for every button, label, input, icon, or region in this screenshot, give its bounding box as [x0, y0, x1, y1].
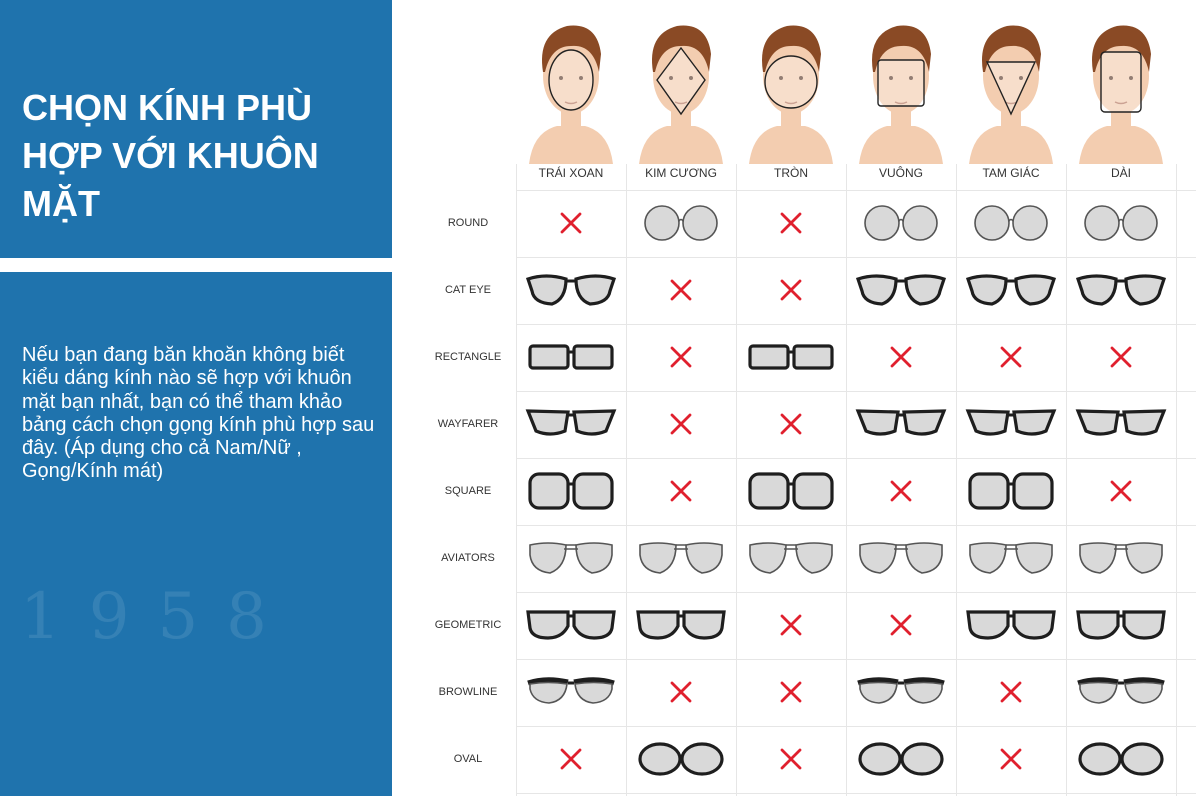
face-square-outline — [853, 14, 949, 164]
left-panel: CHỌN KÍNH PHÙ HỢP VỚI KHUÔN MẶT Nếu bạn … — [0, 0, 392, 796]
column-header: TRÁI XOAN — [538, 166, 604, 180]
cross-icon — [626, 659, 736, 726]
face-triangle-outline — [963, 14, 1059, 164]
glasses-cateye-icon — [846, 257, 956, 324]
glasses-aviator-icon — [736, 525, 846, 592]
grid-line — [516, 793, 1196, 794]
glasses-browline-icon — [516, 659, 626, 726]
glasses-geometric-icon — [1066, 592, 1176, 659]
glasses-rectangle-icon — [516, 324, 626, 391]
cross-icon — [736, 592, 846, 659]
row-label: BROWLINE — [438, 686, 498, 698]
face-oblong-outline — [1073, 14, 1169, 164]
cross-icon — [736, 391, 846, 458]
divider — [0, 258, 392, 272]
glasses-round-icon — [956, 190, 1066, 257]
cross-icon — [846, 324, 956, 391]
glasses-wayfarer-icon — [516, 391, 626, 458]
glasses-oval-icon — [626, 726, 736, 793]
cross-icon — [1066, 324, 1176, 391]
row-label: RECTANGLE — [434, 351, 502, 363]
cross-icon — [736, 726, 846, 793]
glasses-round-icon — [1066, 190, 1176, 257]
row-label: CAT EYE — [444, 284, 492, 296]
cross-icon — [626, 324, 736, 391]
face-illustrations — [516, 14, 1174, 164]
glasses-square-icon — [516, 458, 626, 525]
glasses-browline-icon — [1066, 659, 1176, 726]
cross-icon — [626, 458, 736, 525]
row-label: OVAL — [453, 753, 483, 765]
cross-icon — [736, 659, 846, 726]
column-header: KIM CƯƠNG — [645, 166, 717, 180]
cross-icon — [956, 324, 1066, 391]
glasses-round-icon — [626, 190, 736, 257]
cross-icon — [516, 726, 626, 793]
row-label: SQUARE — [444, 485, 492, 497]
row-label: AVIATORS — [441, 552, 495, 564]
glasses-rectangle-icon — [736, 324, 846, 391]
glasses-face-table: TRÁI XOAN KIM CƯƠNG TRÒN VUÔNG TAM GIÁC DÀI RO… — [420, 0, 1200, 796]
glasses-cateye-icon — [956, 257, 1066, 324]
cross-icon — [956, 726, 1066, 793]
cross-icon — [956, 659, 1066, 726]
row-label: GEOMETRIC — [434, 619, 502, 631]
glasses-geometric-icon — [626, 592, 736, 659]
cross-icon — [1066, 458, 1176, 525]
cross-icon — [626, 257, 736, 324]
page-title: CHỌN KÍNH PHÙ HỢP VỚI KHUÔN MẶT — [22, 87, 319, 224]
glasses-square-icon — [956, 458, 1066, 525]
column-header: DÀI — [1110, 166, 1131, 180]
cross-icon — [516, 190, 626, 257]
cross-icon — [846, 458, 956, 525]
glasses-aviator-icon — [516, 525, 626, 592]
description-text: Nếu bạn đang băn khoăn không biết kiểu d… — [22, 344, 375, 483]
cross-icon — [626, 391, 736, 458]
glasses-round-icon — [846, 190, 956, 257]
watermark-text: 1958 — [20, 580, 295, 654]
glasses-oval-icon — [846, 726, 956, 793]
face-diamond-outline — [633, 14, 729, 164]
glasses-aviator-icon — [846, 525, 956, 592]
glasses-aviator-icon — [956, 525, 1066, 592]
column-header: TRÒN — [774, 166, 808, 180]
glasses-aviator-icon — [1066, 525, 1176, 592]
glasses-aviator-icon — [626, 525, 736, 592]
glasses-wayfarer-icon — [956, 391, 1066, 458]
glasses-wayfarer-icon — [846, 391, 956, 458]
glasses-geometric-icon — [516, 592, 626, 659]
glasses-square-icon — [736, 458, 846, 525]
glasses-oval-icon — [1066, 726, 1176, 793]
cross-icon — [736, 257, 846, 324]
glasses-cateye-icon — [516, 257, 626, 324]
cross-icon — [846, 592, 956, 659]
glasses-cateye-icon — [1066, 257, 1176, 324]
glasses-browline-icon — [846, 659, 956, 726]
column-header: VUÔNG — [878, 166, 923, 180]
cross-icon — [736, 190, 846, 257]
glasses-wayfarer-icon — [1066, 391, 1176, 458]
title-box: CHỌN KÍNH PHÙ HỢP VỚI KHUÔN MẶT — [0, 0, 392, 258]
row-label: ROUND — [447, 217, 489, 229]
face-oval-outline — [523, 14, 619, 164]
row-label: WAYFARER — [437, 418, 499, 430]
glasses-geometric-icon — [956, 592, 1066, 659]
face-circle-outline — [743, 14, 839, 164]
column-header: TAM GIÁC — [982, 166, 1040, 180]
grid-line — [1176, 164, 1177, 796]
